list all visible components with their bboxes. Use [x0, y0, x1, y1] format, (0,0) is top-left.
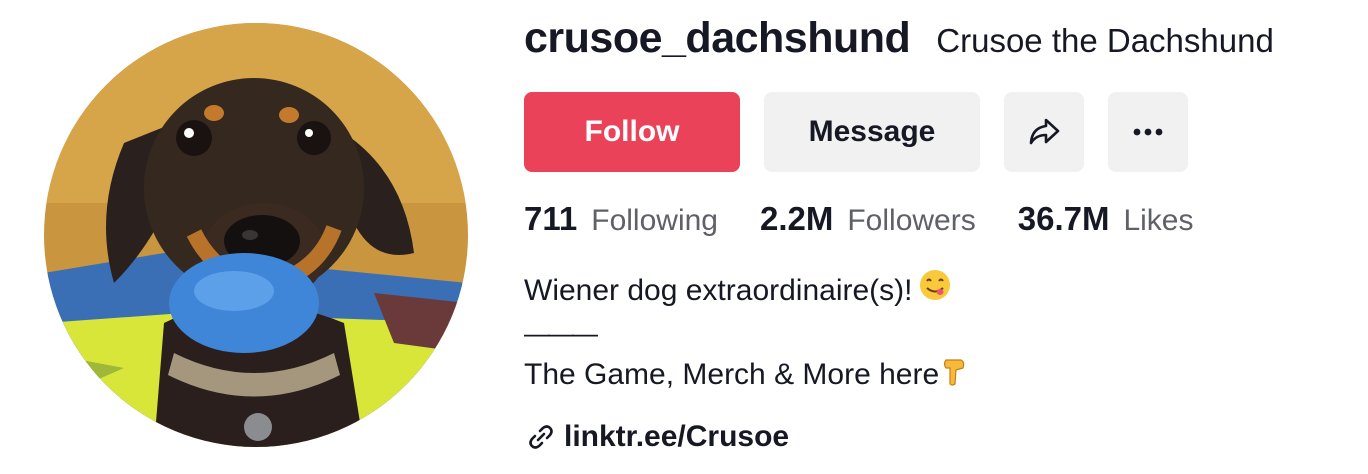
more-horizontal-icon [1133, 128, 1163, 136]
bio-line: The Game, Merch & More here [524, 354, 967, 396]
stat-following[interactable]: 711 Following [524, 200, 718, 238]
message-button[interactable]: Message [764, 92, 980, 172]
profile-link[interactable]: linktr.ee/Crusoe [526, 420, 789, 454]
username: crusoe_dachshund [524, 14, 911, 62]
share-button[interactable] [1004, 92, 1084, 172]
bio-line: Wiener dog extraordinaire(s)! [524, 270, 967, 312]
bio-text: Wiener dog extraordinaire(s)! [524, 274, 913, 307]
share-arrow-icon [1029, 118, 1060, 145]
stat-label: Likes [1123, 204, 1194, 237]
follow-button[interactable]: Follow [524, 92, 740, 172]
link-icon [529, 425, 553, 449]
dachshund-photo [44, 23, 468, 447]
avatar[interactable] [44, 23, 468, 447]
stat-number: 36.7M [1017, 200, 1110, 237]
bio-text: The Game, Merch & More here [524, 358, 940, 391]
stat-number: 2.2M [759, 200, 834, 237]
bio-divider: ——— [524, 318, 598, 348]
face-savoring-food-emoji-icon [919, 269, 951, 313]
stat-followers[interactable]: 2.2M Followers [760, 200, 976, 238]
action-buttons: Follow Message [524, 92, 1188, 172]
stat-label: Followers [847, 204, 976, 237]
pointing-down-emoji-icon [941, 352, 967, 398]
bio: Wiener dog extraordinaire(s)! ——— The Ga… [524, 270, 967, 396]
profile-header: crusoe_dachshund Crusoe the Dachshund Fo… [0, 0, 1368, 474]
more-button[interactable] [1108, 92, 1188, 172]
link-text[interactable]: linktr.ee/Crusoe [564, 420, 789, 454]
stat-number: 711 [524, 200, 578, 237]
stat-label: Following [591, 204, 718, 237]
stats-row: 711 Following 2.2M Followers 36.7M Likes [524, 200, 1236, 238]
title-row: crusoe_dachshund Crusoe the Dachshund [524, 14, 1274, 63]
nickname: Crusoe the Dachshund [936, 22, 1274, 59]
stat-likes: 36.7M Likes [1018, 200, 1194, 238]
